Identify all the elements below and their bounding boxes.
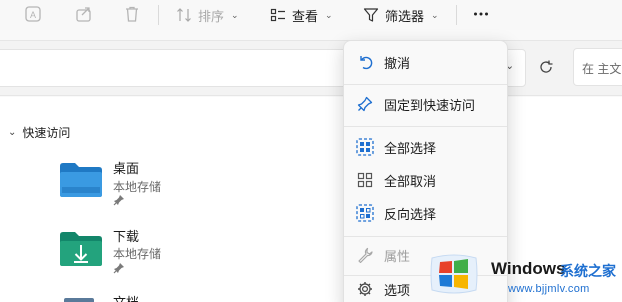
select-none-icon bbox=[356, 171, 374, 189]
item-location: 本地存储 bbox=[113, 180, 162, 194]
sort-icon bbox=[177, 8, 191, 22]
quick-access-label: 快速访问 bbox=[22, 126, 71, 140]
watermark-brand: Windows bbox=[491, 259, 566, 278]
view-label: 查看 bbox=[292, 8, 319, 24]
share-icon[interactable] bbox=[73, 3, 95, 25]
command-bar: A 排序 ⌄ 查看 ⌄ 筛选器 ⌄ bbox=[0, 0, 622, 30]
chevron-down-icon: ⌄ bbox=[8, 127, 17, 138]
filter-icon bbox=[363, 8, 379, 22]
watermark-site: 系统之家 bbox=[560, 263, 616, 279]
menu-item-label: 撤消 bbox=[384, 55, 411, 71]
menu-item-label: 全部取消 bbox=[384, 173, 437, 189]
undo-icon bbox=[356, 53, 374, 71]
menu-item-invert-selection[interactable]: 反向选择 bbox=[344, 198, 507, 228]
quick-access-header[interactable]: ⌄ 快速访问 bbox=[8, 124, 70, 141]
menu-divider bbox=[344, 236, 507, 237]
search-placeholder: 在 主文 bbox=[582, 62, 622, 76]
menu-divider bbox=[344, 84, 507, 85]
menu-divider bbox=[344, 126, 507, 127]
menu-item-label: 全部选择 bbox=[384, 140, 437, 156]
toolbar-divider bbox=[158, 5, 159, 25]
sort-label: 排序 bbox=[198, 8, 225, 24]
filter-label: 筛选器 bbox=[385, 8, 425, 24]
more-options-icon[interactable] bbox=[470, 3, 492, 25]
menu-item-label: 属性 bbox=[384, 248, 411, 264]
item-name[interactable]: 文档 bbox=[113, 292, 139, 302]
select-all-icon bbox=[356, 138, 374, 156]
view-button[interactable]: 查看 ⌄ bbox=[270, 4, 333, 26]
menu-item-select-all[interactable]: 全部选择 bbox=[344, 132, 507, 162]
watermark: Windows 系统之家 www.bjjmlv.com bbox=[428, 246, 622, 302]
chevron-down-icon: ⌄ bbox=[431, 9, 439, 20]
view-icon bbox=[270, 8, 285, 22]
delete-icon[interactable] bbox=[121, 3, 143, 25]
svg-text:A: A bbox=[30, 10, 36, 20]
chevron-down-icon: ⌄ bbox=[231, 9, 239, 20]
menu-item-label: 反向选择 bbox=[384, 206, 437, 222]
refresh-icon[interactable] bbox=[536, 57, 556, 77]
item-name[interactable]: 桌面 bbox=[113, 158, 139, 177]
sort-button[interactable]: 排序 ⌄ bbox=[176, 4, 239, 26]
rename-icon[interactable]: A bbox=[22, 3, 44, 25]
menu-item-label: 固定到快速访问 bbox=[384, 97, 476, 113]
wrench-icon bbox=[356, 246, 374, 264]
windows-logo-icon bbox=[430, 254, 478, 294]
toolbar-divider bbox=[456, 5, 457, 25]
menu-item-pin-quick-access[interactable]: 固定到快速访问 bbox=[344, 89, 507, 119]
pin-icon bbox=[356, 95, 374, 113]
gear-icon bbox=[356, 280, 374, 298]
menu-item-undo[interactable]: 撤消 bbox=[344, 47, 507, 77]
address-bar-row bbox=[0, 40, 622, 96]
watermark-url: www.bjjmlv.com bbox=[508, 283, 590, 295]
filter-button[interactable]: 筛选器 ⌄ bbox=[363, 4, 439, 26]
documents-folder-icon[interactable] bbox=[60, 296, 106, 302]
downloads-folder-icon[interactable] bbox=[58, 229, 104, 269]
item-name[interactable]: 下载 bbox=[113, 226, 139, 245]
invert-selection-icon bbox=[356, 204, 374, 222]
item-location: 本地存储 bbox=[113, 247, 162, 261]
desktop-folder-icon[interactable] bbox=[58, 160, 104, 200]
chevron-down-icon: ⌄ bbox=[325, 9, 333, 20]
menu-item-select-none[interactable]: 全部取消 bbox=[344, 165, 507, 195]
menu-item-label: 选项 bbox=[384, 282, 411, 298]
pin-icon bbox=[113, 263, 124, 274]
pin-icon bbox=[113, 195, 124, 206]
